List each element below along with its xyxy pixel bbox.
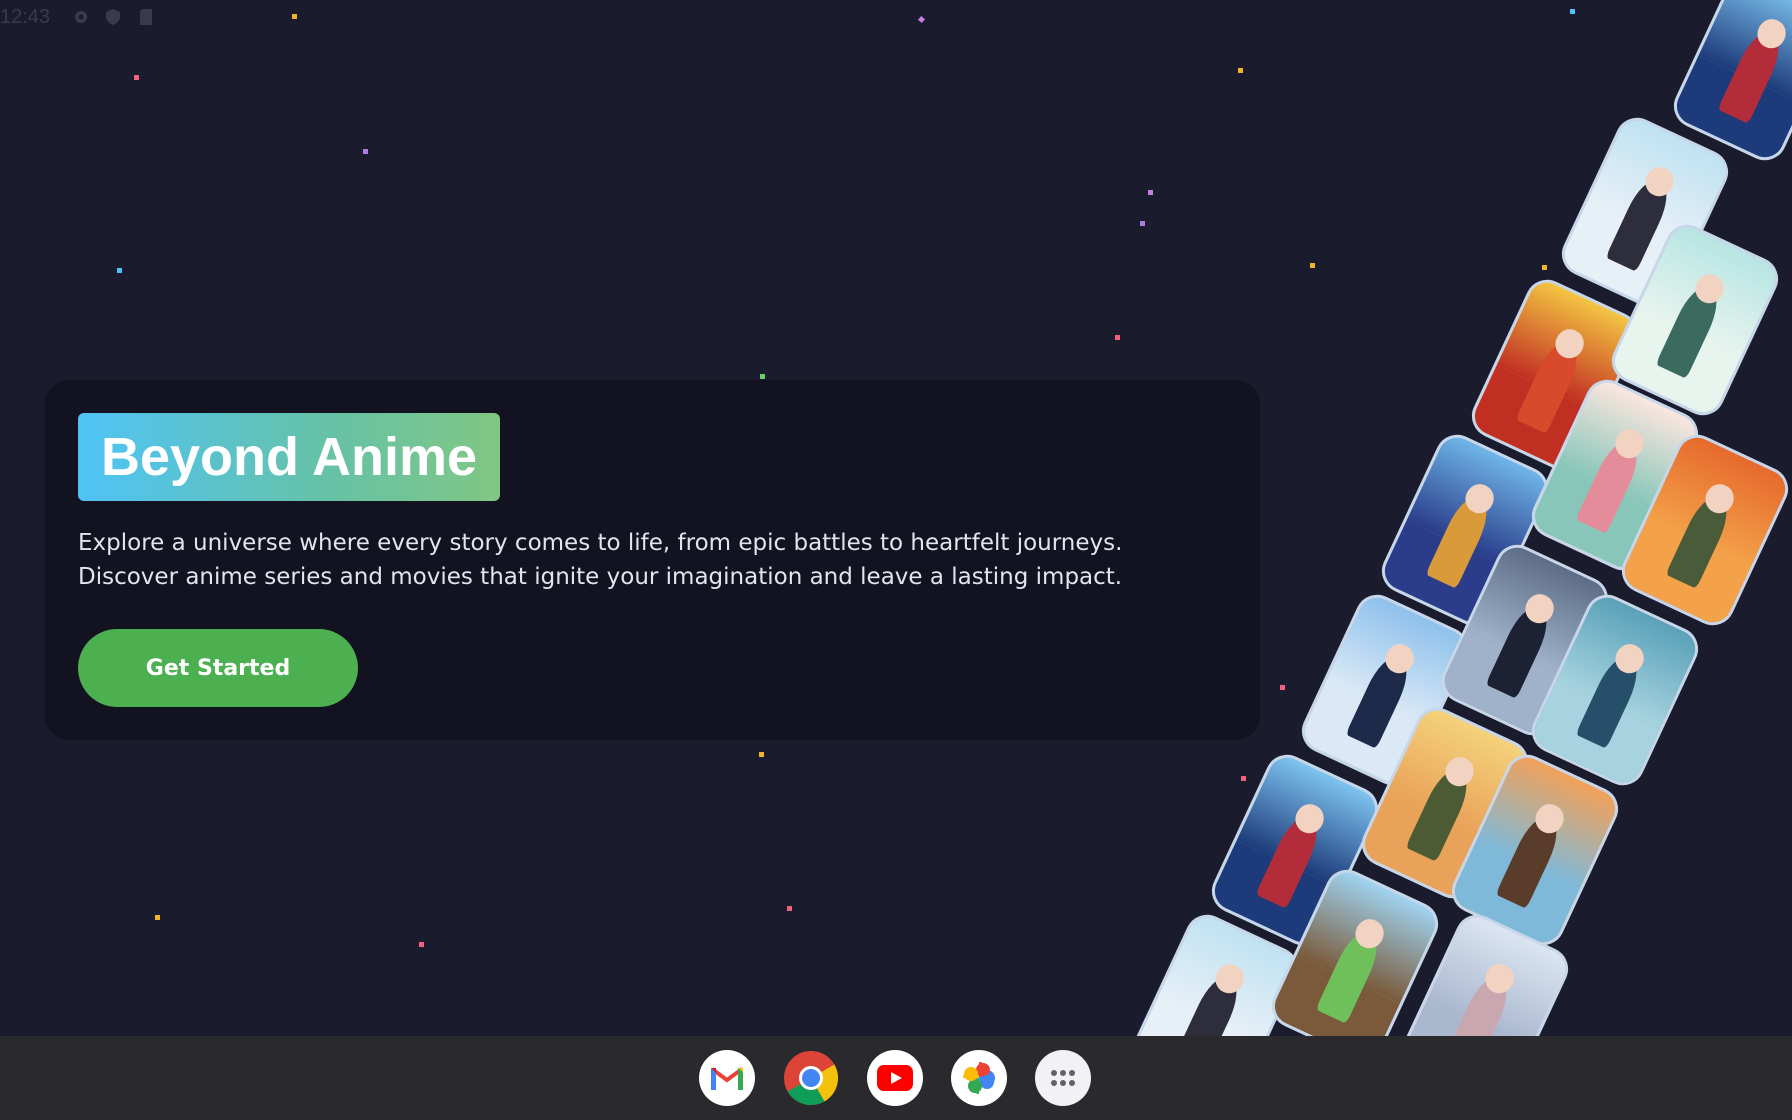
hero-card: Beyond Anime Explore a universe where ev… [45, 380, 1260, 740]
confetti-piece [155, 915, 160, 920]
hero-description: Explore a universe where every story com… [78, 530, 1123, 590]
confetti-piece [419, 942, 424, 947]
settings-icon [72, 8, 90, 26]
status-time: 12:43 [0, 6, 51, 28]
chrome-icon[interactable] [783, 1050, 839, 1106]
get-started-button[interactable]: Get Started [78, 629, 358, 707]
welcome-screen: 12:43 Beyond Anime Explore a universe wh… [0, 0, 1792, 1120]
title-badge: Beyond Anime [78, 413, 501, 501]
confetti-piece [134, 75, 139, 80]
shield-icon [104, 8, 122, 26]
dock-icons [699, 1050, 1091, 1106]
sd-card-icon [138, 8, 156, 26]
confetti-piece [363, 149, 368, 154]
confetti-piece [292, 14, 297, 19]
confetti-piece [117, 268, 122, 273]
photos-icon[interactable] [951, 1050, 1007, 1106]
page-title: Beyond Anime [101, 427, 478, 487]
poster-collage [1100, 0, 1792, 1036]
gmail-icon[interactable] [699, 1050, 755, 1106]
confetti-piece [760, 374, 765, 379]
app-drawer-icon[interactable] [1035, 1050, 1091, 1106]
confetti-piece [787, 906, 792, 911]
confetti-piece [759, 752, 764, 757]
app-dock [0, 1036, 1792, 1120]
youtube-icon[interactable] [867, 1050, 923, 1106]
